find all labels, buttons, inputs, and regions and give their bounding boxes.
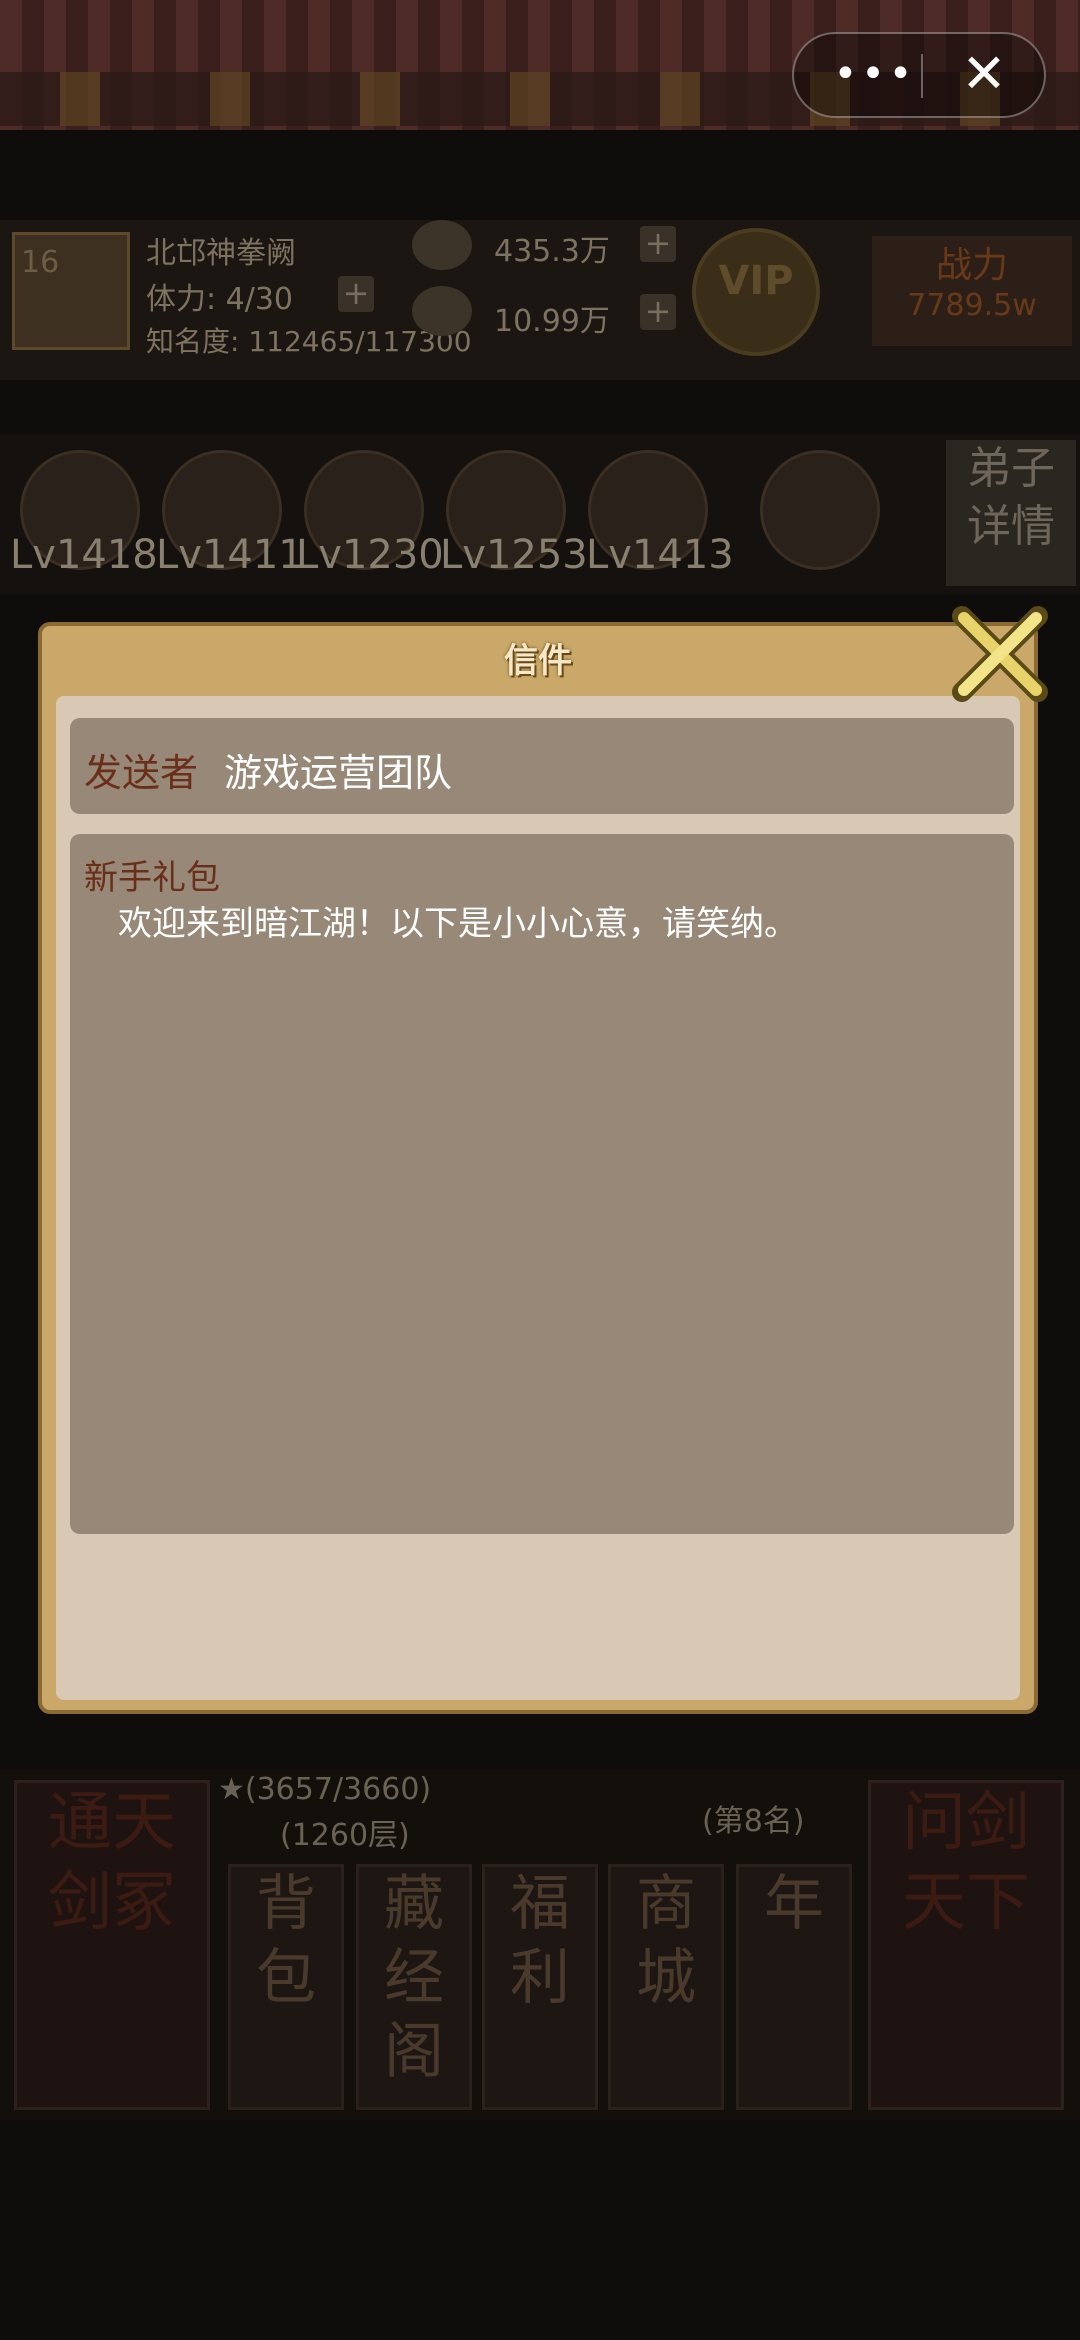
add-stamina-button[interactable]: + xyxy=(338,276,374,312)
mail-dialog: 信件 发送者 游戏运营团队 新手礼包 欢迎来到暗江湖！以下是小小心意，请笑纳。 xyxy=(38,622,1038,1714)
rank-text: (第8名) xyxy=(702,1804,805,1839)
welfare-button[interactable]: 福利 xyxy=(482,1864,598,2110)
mail-body: 欢迎来到暗江湖！以下是小小心意，请笑纳。 xyxy=(118,904,798,944)
dialog-title: 信件 xyxy=(504,641,572,681)
tower-floor: (1260层) xyxy=(280,1818,410,1853)
stamina-text: 体力: 4/30 xyxy=(146,282,294,317)
more-options-button[interactable]: ••• xyxy=(830,54,920,94)
add-gold-button[interactable]: + xyxy=(640,294,676,330)
sender-value: 游戏运营团队 xyxy=(224,751,453,795)
gold-icon xyxy=(412,286,472,336)
gold-amount: 10.99万 xyxy=(494,304,610,339)
hero-level: Lv1413 xyxy=(586,532,734,578)
mail-title: 新手礼包 xyxy=(84,858,220,898)
dialog-body: 发送者 游戏运营团队 新手礼包 欢迎来到暗江湖！以下是小小心意，请笑纳。 xyxy=(56,696,1020,1700)
hero-level: Lv1253 xyxy=(440,532,588,578)
hero-level: Lv1230 xyxy=(296,532,444,578)
sword-tomb-card[interactable]: 通天剑冢 xyxy=(14,1780,210,2110)
miniprogram-capsule: ••• ✕ xyxy=(792,32,1046,118)
hero-portrait[interactable] xyxy=(760,450,880,570)
new-year-button[interactable]: 年 xyxy=(736,1864,852,2110)
power-label: 战力 xyxy=(935,245,1008,286)
dialog-close-icon[interactable] xyxy=(952,606,1048,702)
capsule-divider xyxy=(921,54,923,98)
hero-level: Lv1418 xyxy=(10,532,158,578)
sender-label: 发送者 xyxy=(84,751,199,795)
combat-power: 战力 7789.5w xyxy=(872,236,1072,346)
player-avatar[interactable]: 16 xyxy=(12,232,130,350)
vip-badge[interactable]: VIP xyxy=(692,228,820,356)
vip-label: VIP xyxy=(718,258,794,304)
avatar-level: 16 xyxy=(21,245,60,280)
silver-icon xyxy=(412,220,472,270)
close-miniprogram-button[interactable]: ✕ xyxy=(954,44,1014,104)
add-silver-button[interactable]: + xyxy=(640,226,676,262)
tower-stars: ★(3657/3660) xyxy=(218,1772,432,1807)
power-value: 7789.5w xyxy=(907,288,1037,323)
sword-world-card[interactable]: 问剑天下 xyxy=(868,1780,1064,2110)
library-button[interactable]: 藏经阁 xyxy=(356,1864,472,2110)
shop-button[interactable]: 商城 xyxy=(608,1864,724,2110)
backpack-button[interactable]: 背包 xyxy=(228,1864,344,2110)
disciple-details-button[interactable]: 弟子详情 xyxy=(946,440,1076,586)
player-name: 北邙神拳阙 xyxy=(146,236,296,271)
hero-level: Lv1411 xyxy=(156,532,304,578)
silver-amount: 435.3万 xyxy=(494,234,610,269)
mail-content-box: 新手礼包 欢迎来到暗江湖！以下是小小心意，请笑纳。 xyxy=(70,834,1014,1534)
sender-field: 发送者 游戏运营团队 xyxy=(70,718,1014,814)
